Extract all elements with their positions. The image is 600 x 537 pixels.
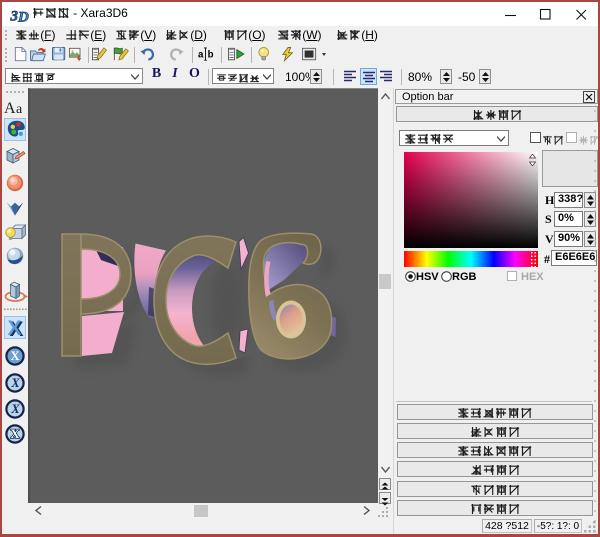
svg-text:a: a	[16, 102, 23, 117]
svg-text:A: A	[4, 100, 16, 117]
svg-text:X: X	[10, 376, 20, 390]
svg-text:D: D	[17, 10, 29, 25]
svg-text:X: X	[10, 349, 19, 363]
svg-text:b: b	[208, 50, 214, 61]
svg-text:a: a	[198, 50, 204, 61]
svg-text:X: X	[10, 427, 19, 441]
svg-text:X: X	[8, 317, 22, 340]
svg-text:X: X	[10, 402, 20, 416]
